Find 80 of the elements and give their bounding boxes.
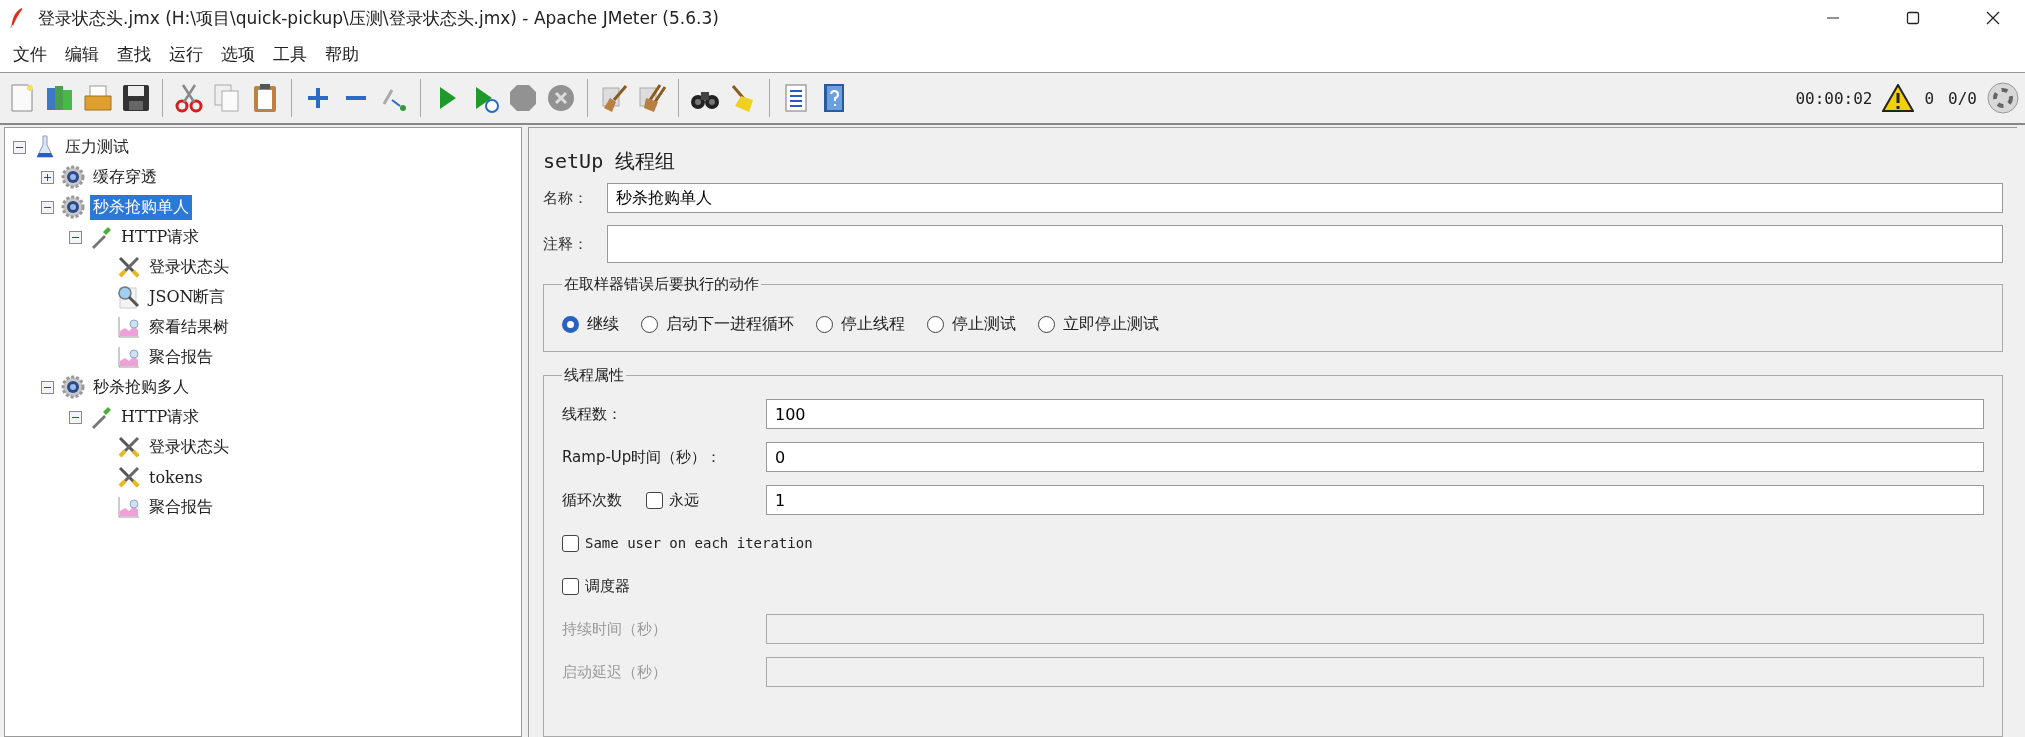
group-title: 线程属性 [563,366,625,385]
tree-item[interactable]: 聚合报告 [146,344,216,370]
chart-icon [117,495,141,519]
tree-item[interactable]: 察看结果树 [146,314,232,340]
chart-icon [117,315,141,339]
tools-icon [117,435,141,459]
tree-item[interactable]: HTTP请求 [118,404,203,430]
tools-icon [117,465,141,489]
field-label: 线程数： [562,404,623,424]
field-label: 名称： [543,188,589,208]
thread-count: 0/0 [1948,88,1977,108]
radio-label: 继续 [587,314,619,335]
checkbox-label: Same user on each iteration [585,535,813,551]
radio-button[interactable] [562,316,579,333]
collapse-toggle[interactable] [12,140,26,154]
folder-icon[interactable] [82,82,114,114]
ramp-up-field[interactable]: 0 [766,442,1984,472]
menu-item[interactable]: 工具 [264,42,316,66]
menu-item[interactable]: 运行 [160,42,212,66]
name-field[interactable]: 秒杀抢购单人 [607,183,2003,213]
gear-icon [61,195,85,219]
group-title: 在取样器错误后要执行的动作 [563,275,760,294]
tools-icon [117,255,141,279]
tree-item[interactable]: 登录状态头 [146,254,232,280]
tree-item[interactable]: 聚合报告 [146,494,216,520]
radio-button[interactable] [1038,316,1055,333]
tree-item[interactable]: 缓存穿透 [90,164,160,190]
brooms-icon[interactable] [636,82,668,114]
window-title: 登录状态头.jmx (H:\项目\quick-pickup\压测\登录状态头.jmx) - Apache JMeter (5.6.3) [38,6,719,30]
tree-item[interactable]: 秒杀抢购单人 [90,194,192,220]
scheduler-checkbox[interactable] [562,577,579,595]
comment-field[interactable] [607,225,2003,263]
tree-item[interactable]: HTTP请求 [118,224,203,250]
menu-item[interactable]: 查找 [108,42,160,66]
checkbox-label: 永远 [669,490,699,510]
status-icon [1987,82,2019,114]
same-user-checkbox[interactable] [562,534,579,552]
field-label: 注释： [543,234,589,254]
tree-item[interactable]: 登录状态头 [146,434,232,460]
collapse-toggle[interactable] [40,380,54,394]
magnifier-icon [117,285,141,309]
threads-field[interactable]: 100 [766,399,1984,429]
field-label: Ramp-Up时间（秒）： [562,447,723,467]
field-label: 持续时间（秒） [562,619,668,639]
forever-checkbox[interactable] [646,491,663,509]
tree-item[interactable]: 秒杀抢购多人 [90,374,192,400]
tree-item[interactable]: 压力测试 [62,134,132,160]
chart-icon [117,345,141,369]
warning-count: 0 [1924,88,1935,108]
checkbox-label: 调度器 [585,576,630,596]
radio-label: 停止测试 [952,314,1016,335]
gear-icon [61,375,85,399]
collapse-toggle[interactable] [40,200,54,214]
scissors-icon[interactable] [173,82,205,114]
field-label: 循环次数 [562,490,622,510]
radio-label: 停止线程 [841,314,905,335]
panel-title: setUp 线程组 [543,148,677,175]
gear-icon [61,165,85,189]
flask-icon [33,135,57,159]
elapsed-time: 00:00:02 [1795,88,1873,108]
menu-item[interactable]: 帮助 [316,42,368,66]
tree-item[interactable]: JSON断言 [146,284,229,310]
close-icon[interactable] [1985,10,2001,26]
expand-toggle[interactable] [40,170,54,184]
warning-icon[interactable] [1882,84,1915,112]
collapse-toggle[interactable] [68,410,82,424]
menu-item[interactable]: 选项 [212,42,264,66]
radio-button[interactable] [641,316,658,333]
radio-label: 启动下一进程循环 [666,314,794,335]
radio-button[interactable] [927,316,944,333]
menu-item[interactable]: 文件 [4,42,56,66]
loop-count-field[interactable]: 1 [766,485,1984,515]
menu-item[interactable]: 编辑 [56,42,108,66]
field-label: 启动延迟（秒） [562,662,668,682]
collapse-toggle[interactable] [68,230,82,244]
radio-label: 立即停止测试 [1063,314,1159,335]
radio-button[interactable] [816,316,833,333]
maximize-icon[interactable] [1905,10,1921,26]
floppy-icon[interactable] [120,82,152,114]
tree-item[interactable]: tokens [146,465,206,489]
